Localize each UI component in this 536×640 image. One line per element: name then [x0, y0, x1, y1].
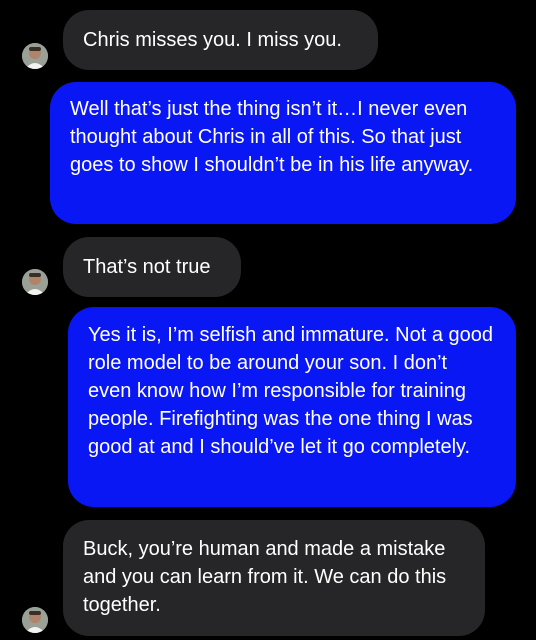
message-bubble-outgoing[interactable]: Yes it is, I’m selfish and immature. Not… [68, 307, 516, 507]
contact-avatar-icon[interactable] [22, 43, 48, 69]
message-thread: Chris misses you. I miss you. Well that’… [0, 0, 536, 640]
message-bubble-outgoing[interactable]: Well that’s just the thing isn’t it…I ne… [50, 82, 516, 224]
message-bubble-incoming[interactable]: That’s not true [63, 237, 241, 297]
contact-avatar-icon[interactable] [22, 269, 48, 295]
message-bubble-incoming[interactable]: Buck, you’re human and made a mistake an… [63, 520, 485, 636]
contact-avatar-icon[interactable] [22, 607, 48, 633]
message-bubble-incoming[interactable]: Chris misses you. I miss you. [63, 10, 378, 70]
